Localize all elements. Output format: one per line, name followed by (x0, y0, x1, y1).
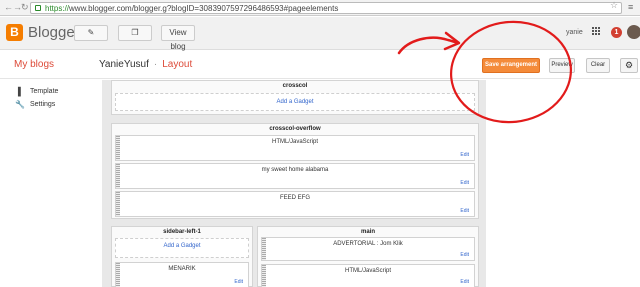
gadget-title: MENARIK (168, 266, 196, 272)
blogger-logo-text[interactable]: Blogger (28, 24, 80, 41)
section-title: crosscol-overflow (269, 126, 321, 132)
gadget-feed-efg[interactable]: FEED EFG Edit (115, 191, 475, 217)
save-arrangement-button[interactable]: Save arrangement (482, 58, 540, 73)
gadget-advertorial[interactable]: ADVERTORIAL : Jom Klik Edit (261, 237, 475, 261)
back-arrow-icon[interactable]: ← (4, 3, 13, 12)
sidebar-item-settings[interactable]: 🔧 Settings (15, 98, 58, 111)
avatar[interactable] (627, 25, 640, 39)
page-header: My blogs YanieYusuf · Layout Save arrangem… (0, 51, 640, 79)
edit-link[interactable]: Edit (460, 152, 469, 158)
left-nav: ▐ Template 🔧 Settings (15, 85, 58, 111)
breadcrumb: YanieYusuf · Layout (99, 59, 192, 70)
section-title: sidebar-left-1 (163, 229, 201, 235)
edit-link[interactable]: Edit (234, 279, 243, 285)
add-gadget-link[interactable]: Add a Gadget (115, 93, 475, 111)
edit-link[interactable]: Edit (460, 252, 469, 258)
section-sidebar-left-1: sidebar-left-1 Add a Gadget MENARIK Edit (111, 226, 253, 287)
edit-link[interactable]: Edit (460, 279, 469, 285)
blogger-top-bar: B Blogger ✎ ❐ View blog yanie 1 (0, 17, 640, 51)
settings-wrench-icon: 🔧 (15, 100, 25, 109)
reload-icon[interactable]: ↻ (21, 3, 29, 12)
blogger-logo-icon[interactable]: B (6, 24, 23, 41)
my-blogs-link[interactable]: My blogs (14, 59, 54, 70)
section-crosscol: crosscol Add a Gadget (111, 80, 479, 115)
apps-grid-icon[interactable] (592, 27, 601, 36)
gadget-title: ADVERTORIAL : Jom Klik (333, 241, 403, 247)
clear-button[interactable]: Clear (586, 58, 610, 73)
section-main: main ADVERTORIAL : Jom Klik Edit HTML/Ja… (257, 226, 479, 287)
gadget-my-sweet-home-alabama[interactable]: my sweet home alabama Edit (115, 163, 475, 189)
sidebar-item-label: Settings (30, 101, 56, 108)
url-field[interactable]: https://www.blogger.com/blogger.g?blogID… (30, 2, 622, 14)
pages-icon: ❐ (131, 28, 139, 37)
layout-canvas: crosscol Add a Gadget crosscol-overflow … (102, 80, 486, 287)
gadget-title: HTML/JavaScript (344, 268, 391, 274)
section-crosscol-overflow: crosscol-overflow HTML/JavaScript Edit m… (111, 123, 479, 219)
gadget-title: FEED EFG (279, 195, 310, 201)
lock-icon (35, 5, 41, 11)
gadget-title: my sweet home alabama (261, 167, 329, 173)
new-post-button[interactable]: ✎ (74, 25, 108, 41)
section-title: main (360, 229, 375, 235)
add-gadget-link[interactable]: Add a Gadget (115, 238, 249, 258)
pencil-icon: ✎ (87, 28, 95, 37)
notification-badge[interactable]: 1 (611, 27, 622, 38)
edit-link[interactable]: Edit (460, 180, 469, 186)
url-text: https://www.blogger.com/blogger.g?blogID… (45, 4, 339, 13)
bookmark-star-icon[interactable]: ☆ (610, 0, 618, 11)
browser-menu-icon[interactable]: ≡ (628, 2, 633, 12)
gadget-menarik[interactable]: MENARIK Edit (115, 262, 249, 287)
template-icon: ▐ (15, 87, 21, 96)
sidebar-item-label: Template (30, 88, 59, 95)
blog-name[interactable]: YanieYusuf (99, 59, 149, 70)
section-title: crosscol (282, 83, 308, 89)
gadget-title: HTML/JavaScript (271, 139, 318, 145)
posts-list-button[interactable]: ❐ (118, 25, 152, 41)
gadget-html-javascript-main[interactable]: HTML/JavaScript Edit (261, 264, 475, 287)
page-title: Layout (162, 59, 193, 70)
gear-icon[interactable]: ⚙ (620, 58, 638, 73)
user-name[interactable]: yanie (566, 29, 583, 36)
browser-address-bar: ← → ↻ https://www.blogger.com/blogger.g?… (0, 0, 640, 16)
view-blog-button[interactable]: View blog (161, 25, 195, 51)
sidebar-item-template[interactable]: ▐ Template (15, 85, 58, 98)
breadcrumb-separator: · (153, 59, 158, 70)
preview-button[interactable]: Preview (549, 58, 575, 73)
gadget-html-javascript[interactable]: HTML/JavaScript Edit (115, 135, 475, 161)
edit-link[interactable]: Edit (460, 208, 469, 214)
